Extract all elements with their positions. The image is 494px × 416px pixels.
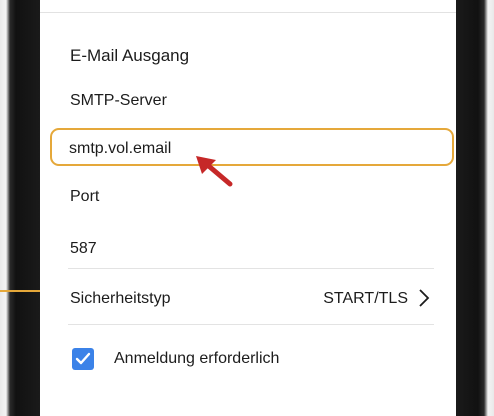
settings-screen: E-Mail Ausgang SMTP-Server smtp.vol.emai… [40,0,456,416]
auth-required-checkbox[interactable] [72,348,94,370]
chevron-right-icon[interactable] [418,288,430,308]
smtp-server-label: SMTP-Server [70,92,167,109]
section-title: E-Mail Ausgang [70,46,190,65]
top-divider [40,12,456,13]
security-divider [68,324,434,325]
device-frame-right [456,0,494,416]
callout-line [0,290,40,292]
port-input[interactable]: 587 [70,240,97,258]
smtp-server-value: smtp.vol.email [69,140,172,157]
port-underline [68,268,434,269]
smtp-server-input[interactable]: smtp.vol.email [50,128,454,166]
arrow-icon [196,156,233,187]
auth-required-label[interactable]: Anmeldung erforderlich [114,350,279,368]
checkmark-icon [75,352,91,365]
port-label: Port [70,188,100,205]
security-type-value[interactable]: START/TLS [323,290,408,308]
device-frame-left [0,0,40,416]
security-type-label: Sicherheitstyp [70,290,171,307]
